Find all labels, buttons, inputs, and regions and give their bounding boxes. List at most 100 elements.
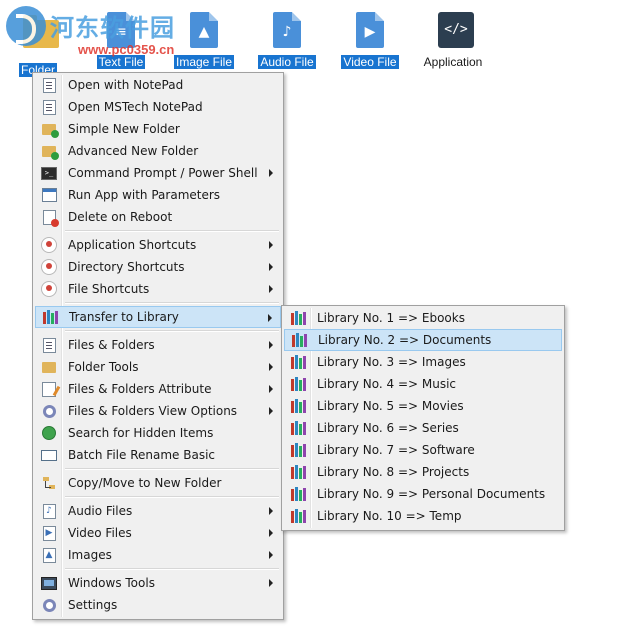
menu-item-run-app-with-parameters[interactable]: Run App with Parameters: [35, 184, 281, 206]
pin-icon: [37, 256, 61, 278]
menu-item-label: Video Files: [68, 526, 132, 540]
submenu-arrow-icon: [269, 551, 273, 559]
menu-item-label: Run App with Parameters: [68, 188, 221, 202]
menu-item-label: Transfer to Library: [69, 310, 179, 324]
file-icon: [37, 334, 61, 356]
library-item-3[interactable]: Library No. 3 => Images: [284, 351, 562, 373]
menu-item-label: Application Shortcuts: [68, 238, 197, 252]
menu-item-batch-file-rename[interactable]: Batch File Rename Basic: [35, 444, 281, 466]
menu-item-simple-new-folder[interactable]: Simple New Folder: [35, 118, 281, 140]
menu-item-audio-files[interactable]: ♪ Audio Files: [35, 500, 281, 522]
library-item-4[interactable]: Library No. 4 => Music: [284, 373, 562, 395]
library-icon: [286, 417, 310, 439]
submenu-arrow-icon: [269, 385, 273, 393]
windows-icon: [37, 572, 61, 594]
submenu-arrow-icon: [269, 407, 273, 415]
library-item-label: Library No. 1 => Ebooks: [317, 311, 465, 325]
folder-icon: [23, 15, 59, 58]
code-icon: </>: [438, 12, 474, 50]
library-item-1[interactable]: Library No. 1 => Ebooks: [284, 307, 562, 329]
menu-item-open-mstech-notepad[interactable]: Open MSTech NotePad: [35, 96, 281, 118]
library-icon: [287, 329, 311, 351]
submenu-arrow-icon: [269, 241, 273, 249]
library-icon: [286, 439, 310, 461]
menu-separator: [65, 330, 279, 332]
menu-item-label: Windows Tools: [68, 576, 155, 590]
menu-item-application-shortcuts[interactable]: Application Shortcuts: [35, 234, 281, 256]
desktop-icon-application[interactable]: </> Application: [413, 12, 493, 69]
desktop-icon-label: Image File: [173, 55, 235, 69]
rename-icon: [37, 444, 61, 466]
menu-item-label: Files & Folders View Options: [68, 404, 238, 418]
library-item-10[interactable]: Library No. 10 => Temp: [284, 505, 562, 527]
menu-item-label: Audio Files: [68, 504, 133, 518]
menu-item-transfer-to-library[interactable]: Transfer to Library: [35, 306, 281, 328]
library-icon: [286, 373, 310, 395]
menu-separator: [65, 568, 279, 570]
library-item-6[interactable]: Library No. 6 => Series: [284, 417, 562, 439]
menu-item-label: Advanced New Folder: [68, 144, 199, 158]
menu-item-files-folders-attribute[interactable]: Files & Folders Attribute: [35, 378, 281, 400]
library-item-5[interactable]: Library No. 5 => Movies: [284, 395, 562, 417]
library-icon: [286, 483, 310, 505]
menu-item-video-files[interactable]: ▶ Video Files: [35, 522, 281, 544]
library-icon: [286, 307, 310, 329]
menu-item-label: File Shortcuts: [68, 282, 150, 296]
menu-item-images[interactable]: ▲ Images: [35, 544, 281, 566]
library-item-9[interactable]: Library No. 9 => Personal Documents: [284, 483, 562, 505]
submenu-arrow-icon: [269, 579, 273, 587]
library-item-label: Library No. 9 => Personal Documents: [317, 487, 546, 501]
menu-item-windows-tools[interactable]: Windows Tools: [35, 572, 281, 594]
desktop-icon-label: Application: [423, 55, 483, 69]
menu-item-search-hidden-items[interactable]: Search for Hidden Items: [35, 422, 281, 444]
menu-item-delete-on-reboot[interactable]: Delete on Reboot: [35, 206, 281, 228]
menu-item-label: Open with NotePad: [68, 78, 184, 92]
library-item-8[interactable]: Library No. 8 => Projects: [284, 461, 562, 483]
menu-item-folder-tools[interactable]: Folder Tools: [35, 356, 281, 378]
audio-file-icon: ♪: [37, 500, 61, 522]
run-app-icon: [37, 184, 61, 206]
menu-item-files-folders-view-options[interactable]: Files & Folders View Options: [35, 400, 281, 422]
library-icon: [286, 395, 310, 417]
menu-item-open-with-notepad[interactable]: Open with NotePad: [35, 74, 281, 96]
pin-icon: [37, 278, 61, 300]
desktop-icon-label: Video File: [341, 55, 399, 69]
delete-file-icon: [37, 206, 61, 228]
desktop-icon-video-file[interactable]: ▶ Video File: [330, 12, 410, 69]
menu-item-label: Search for Hidden Items: [68, 426, 214, 440]
menu-item-label: Simple New Folder: [68, 122, 180, 136]
desktop-icon-text-file[interactable]: ≡ Text File: [81, 12, 161, 69]
library-submenu: Library No. 1 => Ebooks Library No. 2 =>…: [281, 305, 565, 531]
menu-item-files-and-folders[interactable]: Files & Folders: [35, 334, 281, 356]
submenu-arrow-icon: [269, 507, 273, 515]
menu-item-label: Files & Folders Attribute: [68, 382, 212, 396]
folder-icon: [37, 356, 61, 378]
submenu-arrow-icon: [268, 314, 272, 322]
library-item-label: Library No. 5 => Movies: [317, 399, 464, 413]
video-file-icon: ▶: [37, 522, 61, 544]
video-file-icon: ▶: [355, 12, 385, 50]
desktop-icon-folder[interactable]: Folder: [0, 12, 78, 77]
menu-item-command-prompt[interactable]: >_ Command Prompt / Power Shell: [35, 162, 281, 184]
library-item-2[interactable]: Library No. 2 => Documents: [284, 329, 562, 351]
library-icon: [286, 461, 310, 483]
desktop-icon-image-file[interactable]: ▲ Image File: [164, 12, 244, 69]
library-item-7[interactable]: Library No. 7 => Software: [284, 439, 562, 461]
desktop-icon-label: Audio File: [258, 55, 316, 69]
desktop-icon-audio-file[interactable]: ♪ Audio File: [247, 12, 327, 69]
library-item-label: Library No. 3 => Images: [317, 355, 466, 369]
library-item-label: Library No. 7 => Software: [317, 443, 475, 457]
menu-item-directory-shortcuts[interactable]: Directory Shortcuts: [35, 256, 281, 278]
menu-item-label: Directory Shortcuts: [68, 260, 185, 274]
library-icon: [286, 351, 310, 373]
submenu-arrow-icon: [269, 263, 273, 271]
menu-item-copy-move-new-folder[interactable]: Copy/Move to New Folder: [35, 472, 281, 494]
menu-separator: [65, 496, 279, 498]
menu-item-file-shortcuts[interactable]: File Shortcuts: [35, 278, 281, 300]
menu-item-advanced-new-folder[interactable]: Advanced New Folder: [35, 140, 281, 162]
submenu-arrow-icon: [269, 169, 273, 177]
terminal-icon: >_: [37, 162, 61, 184]
notepad-icon: [37, 74, 61, 96]
menu-item-settings[interactable]: Settings: [35, 594, 281, 616]
pin-icon: [37, 234, 61, 256]
